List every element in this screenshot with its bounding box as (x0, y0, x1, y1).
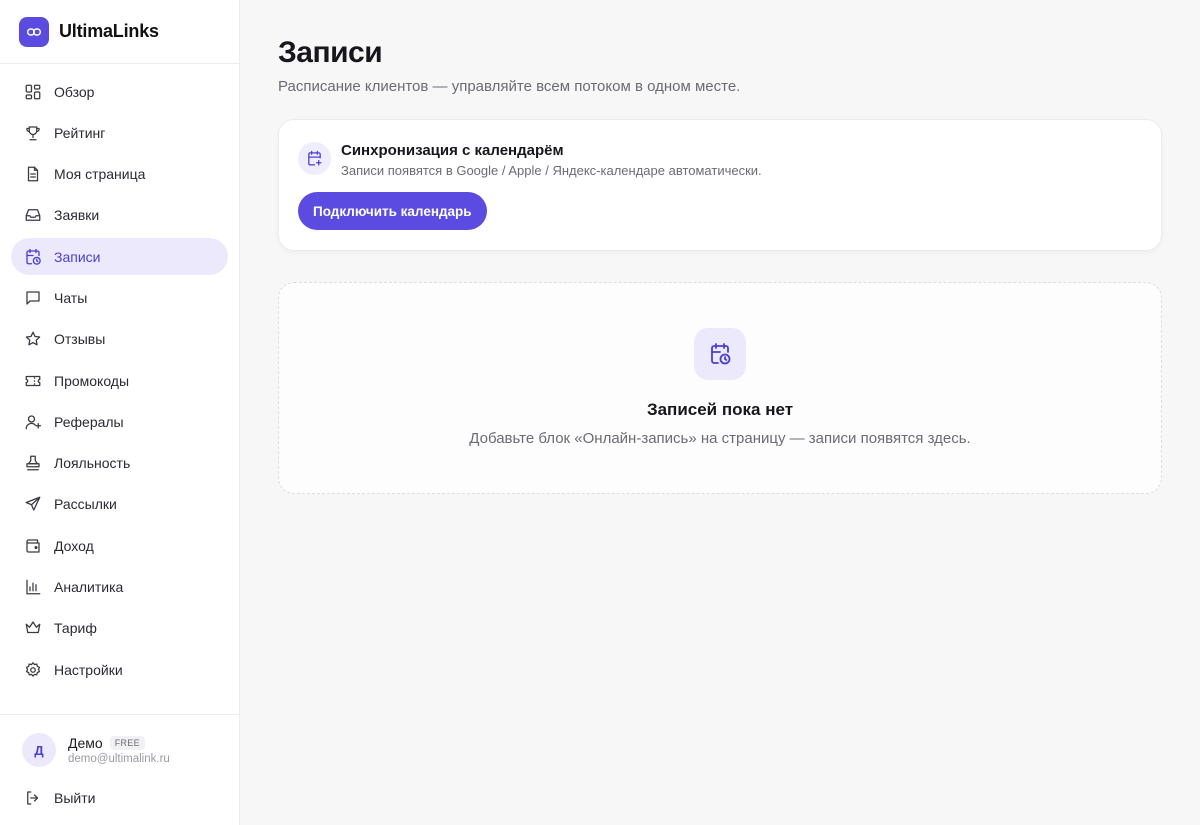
calendar-clock-icon (694, 328, 746, 380)
sidebar-item-label: Рефералы (54, 413, 124, 430)
calendar-sync-card: Синхронизация с календарём Записи появят… (278, 119, 1162, 251)
sidebar-item-label: Промокоды (54, 372, 130, 389)
sidebar-item-income[interactable]: Доход (11, 527, 228, 564)
sidebar-item-analytics[interactable]: Аналитика (11, 569, 228, 606)
brand[interactable]: UltimaLinks (0, 0, 239, 64)
sidebar-item-label: Рассылки (54, 496, 117, 513)
sidebar-item-my-page[interactable]: Моя страница (11, 156, 228, 193)
plan-badge: FREE (109, 736, 145, 750)
logout-label: Выйти (54, 790, 96, 806)
send-icon (25, 497, 41, 512)
user-email: demo@ultimalink.ru (68, 753, 170, 765)
user-plus-icon (25, 415, 42, 430)
sync-description: Записи появятся в Google / Apple / Яндек… (341, 163, 762, 178)
trophy-icon (26, 126, 40, 141)
page-subtitle: Расписание клиентов — управляйте всем по… (278, 78, 741, 95)
sidebar-item-referrals[interactable]: Рефералы (11, 403, 228, 440)
sync-title: Синхронизация с календарём (341, 142, 564, 159)
connect-calendar-button[interactable]: Подключить календарь (298, 192, 487, 230)
sidebar-item-label: Рейтинг (54, 124, 106, 141)
main-content: Записи Расписание клиентов — управляйте … (240, 0, 1200, 825)
sidebar-item-chats[interactable]: Чаты (11, 279, 228, 316)
brand-name: UltimaLinks (59, 21, 159, 41)
sidebar-item-label: Записи (54, 248, 101, 265)
sidebar: UltimaLinks Обзор Рейтинг Моя страница З… (0, 0, 240, 825)
sidebar-item-label: Отзывы (54, 331, 106, 348)
sidebar-item-mailings[interactable]: Рассылки (11, 486, 228, 523)
calendar-clock-icon (26, 248, 41, 265)
sidebar-item-label: Доход (54, 537, 94, 554)
gear-icon (25, 661, 41, 677)
sidebar-item-loyalty[interactable]: Лояльность (11, 445, 228, 482)
sidebar-item-rating[interactable]: Рейтинг (11, 114, 228, 151)
sidebar-item-label: Обзор (54, 83, 95, 100)
ticket-icon (25, 375, 41, 386)
sidebar-item-settings[interactable]: Настройки (11, 651, 228, 688)
calendar-plus-icon (298, 142, 331, 175)
stamp-icon (26, 455, 40, 471)
empty-title: Записей пока нет (646, 400, 794, 419)
sidebar-item-promocodes[interactable]: Промокоды (11, 362, 228, 399)
star-icon (25, 331, 41, 346)
sidebar-nav: Обзор Рейтинг Моя страница Заявки Записи… (0, 64, 239, 714)
user-name: Демо (68, 735, 103, 751)
sidebar-item-label: Заявки (54, 207, 100, 224)
sidebar-item-label: Лояльность (54, 455, 131, 472)
sidebar-item-overview[interactable]: Обзор (11, 73, 228, 110)
empty-description: Добавьте блок «Онлайн-запись» на страниц… (469, 430, 971, 447)
sidebar-item-label: Моя страница (54, 166, 146, 183)
wallet-icon (26, 539, 40, 553)
page-title: Записи (278, 36, 383, 69)
grid-icon (25, 84, 41, 99)
inbox-icon (25, 209, 41, 222)
chat-icon (26, 291, 40, 305)
sidebar-item-reviews[interactable]: Отзывы (11, 321, 228, 358)
document-icon (27, 166, 39, 182)
empty-state: Записей пока нет Добавьте блок «Онлайн-з… (278, 282, 1162, 494)
sidebar-item-label: Тариф (54, 620, 97, 637)
crown-icon (25, 621, 41, 634)
logout-button[interactable]: Выйти (11, 783, 228, 813)
avatar: Д (22, 733, 56, 767)
link-icon (19, 16, 49, 47)
bar-chart-icon (26, 579, 41, 595)
sidebar-footer: Д Демо FREE demo@ultimalink.ru Выйти (0, 714, 239, 825)
logout-icon (27, 791, 39, 805)
user-profile[interactable]: Д Демо FREE demo@ultimalink.ru (11, 733, 228, 767)
sidebar-item-plan[interactable]: Тариф (11, 610, 228, 647)
sidebar-item-label: Аналитика (54, 579, 124, 596)
sidebar-item-bookings[interactable]: Записи (11, 238, 228, 276)
sidebar-item-requests[interactable]: Заявки (11, 197, 228, 234)
sidebar-item-label: Чаты (54, 289, 88, 306)
sidebar-item-label: Настройки (54, 661, 123, 678)
